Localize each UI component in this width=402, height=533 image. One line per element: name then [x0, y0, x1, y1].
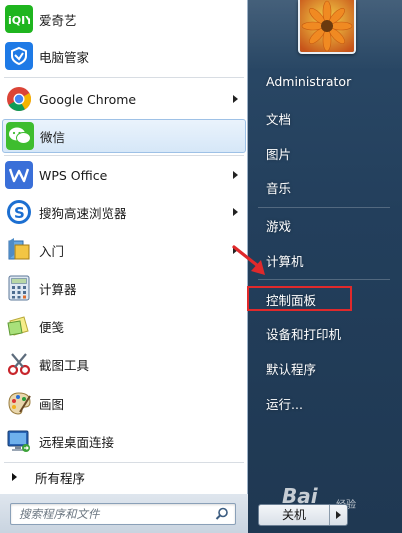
annotation-highlight-box — [247, 286, 352, 311]
iqiyi-icon: iQIY — [5, 5, 33, 33]
shutdown-button[interactable]: 关机 — [259, 505, 330, 525]
program-label: 画图 — [39, 396, 65, 412]
documents-link[interactable]: 文档 — [266, 109, 291, 128]
user-picture[interactable] — [298, 0, 356, 54]
program-label: 微信 — [40, 129, 66, 145]
submenu-arrow-icon[interactable] — [233, 95, 238, 103]
shield-icon — [5, 42, 33, 70]
program-label: Google Chrome — [39, 91, 137, 107]
devices-printers-link[interactable]: 设备和打印机 — [266, 324, 341, 343]
submenu-arrow-icon[interactable] — [233, 171, 238, 179]
program-wechat[interactable]: 微信 — [2, 119, 246, 153]
all-programs-label: 所有程序 — [35, 470, 86, 486]
program-getting-started[interactable]: 入门 — [2, 234, 246, 266]
getting-started-icon — [5, 236, 33, 264]
paint-icon — [5, 389, 33, 417]
sogou-browser-icon: S — [5, 198, 33, 226]
program-wps-office[interactable]: WPS Office — [2, 159, 246, 191]
search-icon[interactable] — [215, 507, 229, 524]
program-label: WPS Office — [39, 167, 108, 183]
program-label: 爱奇艺 — [39, 12, 77, 28]
all-programs-button[interactable]: 所有程序 — [2, 464, 246, 490]
wechat-icon — [6, 122, 34, 150]
program-label: 便笺 — [39, 319, 65, 335]
program-calculator[interactable]: 计算器 — [2, 272, 246, 304]
default-programs-link[interactable]: 默认程序 — [266, 359, 316, 378]
shutdown-button-group: 关机 — [258, 504, 348, 526]
sticky-notes-icon — [5, 312, 33, 340]
search-input[interactable] — [11, 504, 215, 524]
divider — [4, 155, 244, 156]
submenu-arrow-icon[interactable] — [233, 208, 238, 216]
program-label: 截图工具 — [39, 357, 90, 373]
user-name-link[interactable]: Administrator — [266, 74, 351, 89]
divider — [4, 462, 244, 463]
expand-arrow-icon — [12, 473, 17, 481]
svg-text:S: S — [14, 204, 25, 222]
program-paint[interactable]: 画图 — [2, 386, 246, 420]
chevron-right-icon — [336, 511, 341, 519]
wps-icon — [5, 161, 33, 189]
program-label: 电脑管家 — [39, 49, 90, 65]
divider — [4, 77, 244, 78]
program-label: 计算器 — [39, 281, 77, 297]
program-pc-manager[interactable]: 电脑管家 — [2, 40, 246, 72]
program-iqiyi[interactable]: iQIY 爱奇艺 — [2, 4, 246, 34]
program-label: 入门 — [39, 243, 65, 259]
computer-link[interactable]: 计算机 — [266, 251, 304, 270]
games-link[interactable]: 游戏 — [266, 216, 291, 235]
program-label: 远程桌面连接 — [39, 434, 115, 450]
shutdown-options-button[interactable] — [330, 505, 347, 525]
program-remote-desktop[interactable]: 远程桌面连接 — [2, 424, 246, 458]
pictures-link[interactable]: 图片 — [266, 144, 291, 163]
divider — [258, 279, 390, 280]
divider — [258, 207, 390, 208]
program-google-chrome[interactable]: Google Chrome — [2, 83, 246, 115]
svg-text:iQIY: iQIY — [8, 14, 30, 26]
music-link[interactable]: 音乐 — [266, 178, 291, 197]
calculator-icon — [5, 274, 33, 302]
program-label: 搜狗高速浏览器 — [39, 205, 127, 221]
program-sogou-browser[interactable]: S 搜狗高速浏览器 — [2, 196, 246, 228]
remote-desktop-icon — [5, 427, 33, 455]
chrome-icon — [5, 85, 33, 113]
annotation-arrow-icon — [232, 244, 270, 281]
program-snipping-tool[interactable]: 截图工具 — [2, 347, 246, 381]
search-box — [10, 503, 236, 525]
run-link[interactable]: 运行... — [266, 394, 303, 413]
program-sticky-notes[interactable]: 便笺 — [2, 310, 246, 342]
snipping-tool-icon — [5, 350, 33, 378]
